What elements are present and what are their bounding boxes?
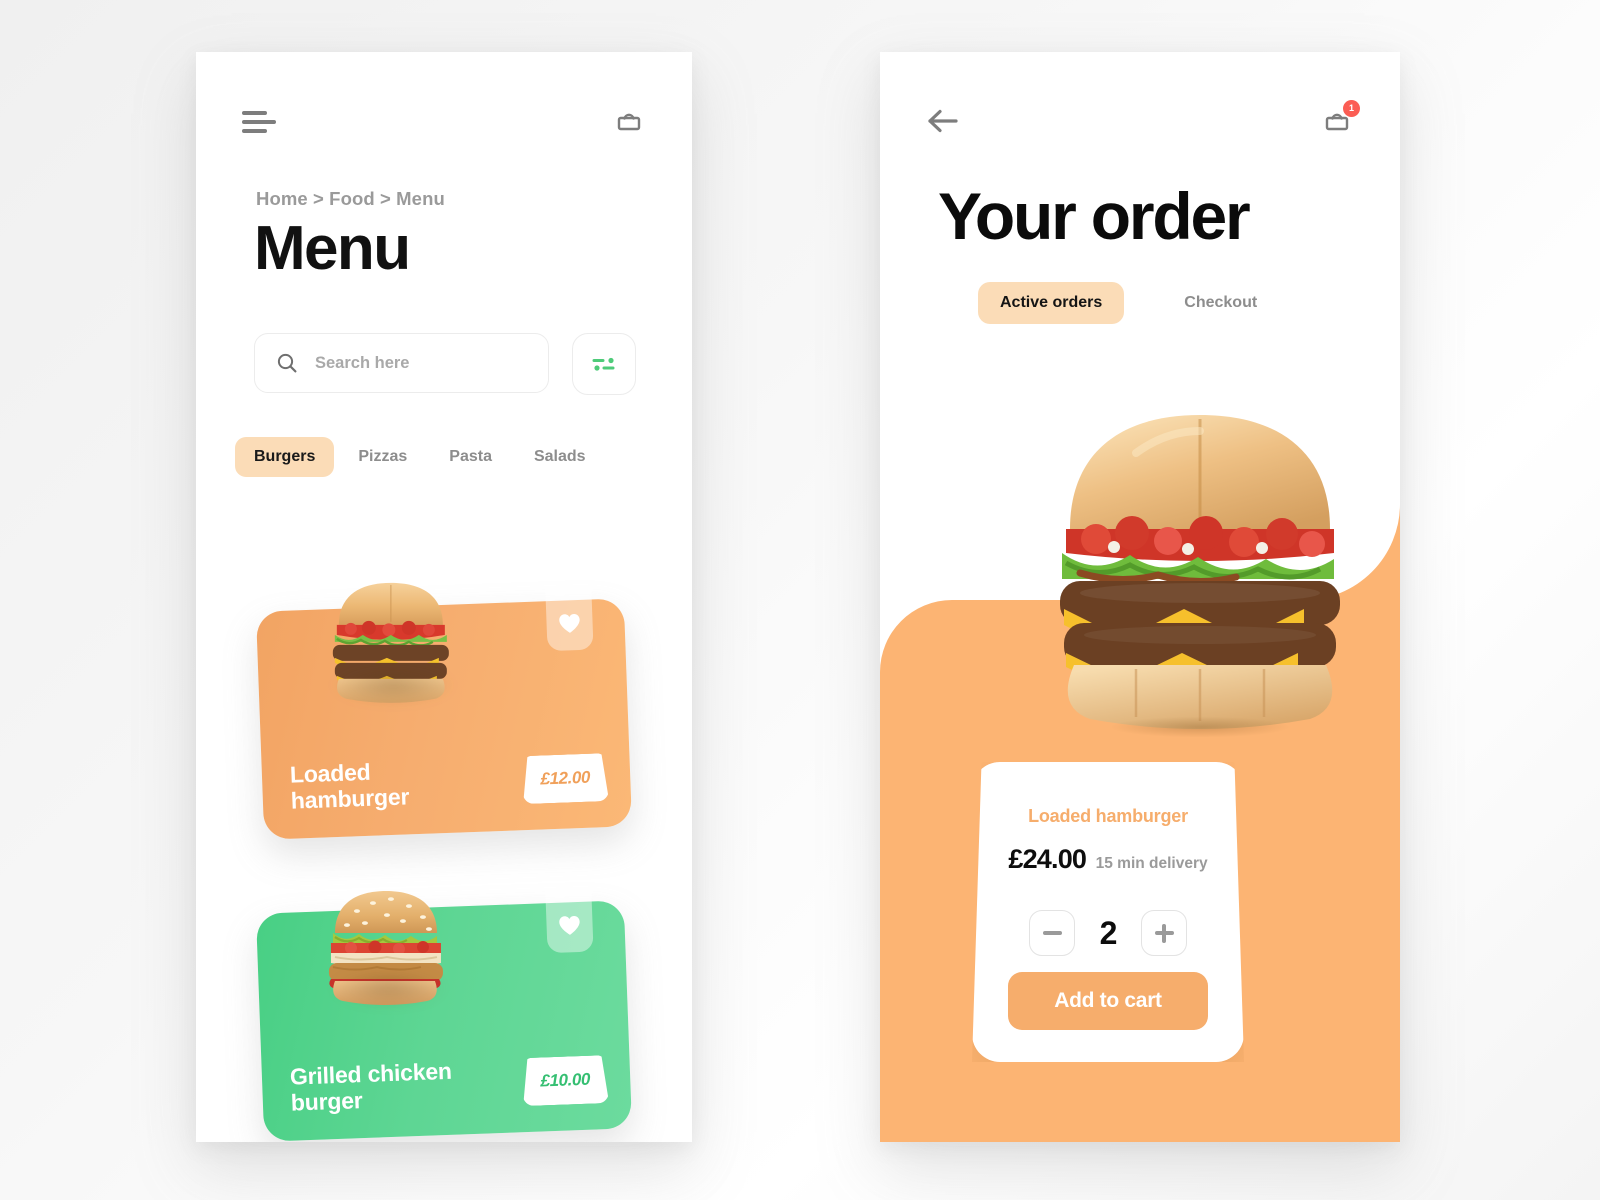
page-title: Your order [938, 179, 1251, 253]
back-arrow-glyph [928, 109, 958, 133]
burger-illustration [332, 582, 449, 703]
search-input[interactable]: Search here [254, 333, 549, 393]
breadcrumb[interactable]: Home > Food > Menu [256, 188, 445, 210]
food-price: £12.00 [521, 753, 609, 804]
favorite-button[interactable] [544, 577, 594, 652]
increase-quantity-button[interactable] [1141, 910, 1187, 956]
minus-icon [1042, 931, 1062, 935]
order-header: 1 [880, 100, 1400, 144]
cart-badge: 1 [1343, 100, 1360, 117]
category-tab-salads[interactable]: Salads [534, 437, 586, 477]
quantity-value: 2 [1099, 914, 1118, 951]
plus-icon-bar [1154, 931, 1174, 935]
shopping-bag-icon[interactable]: 1 [1320, 100, 1360, 138]
tab-active-orders[interactable]: Active orders [978, 282, 1125, 324]
search-row: Search here [254, 333, 636, 395]
add-to-cart-button[interactable]: Add to cart [1008, 972, 1208, 1030]
heart-icon [559, 613, 580, 633]
loaded-hamburger-photo [1040, 397, 1360, 742]
order-item-price: £24.00 [1008, 844, 1087, 874]
tab-checkout[interactable]: Checkout [1180, 282, 1261, 324]
favorite-button[interactable] [544, 879, 594, 954]
burger-illustration [328, 891, 443, 1006]
decrease-quantity-button[interactable] [1029, 910, 1075, 956]
order-price-row: £24.00 15 min delivery [972, 844, 1244, 875]
filter-button[interactable] [572, 333, 636, 395]
order-detail-card: Loaded hamburger £24.00 15 min delivery … [972, 762, 1244, 1062]
category-tabs: Burgers Pizzas Pasta Salads [235, 437, 628, 477]
quantity-stepper: 2 [972, 910, 1244, 956]
hero-burger-illustration [1060, 415, 1340, 741]
burger-shadow [332, 666, 455, 703]
category-tab-burgers[interactable]: Burgers [235, 437, 335, 477]
delivery-time: 15 min delivery [1095, 855, 1208, 872]
food-name: Loaded hamburger [289, 758, 410, 814]
filter-sliders-icon [592, 357, 615, 371]
food-name: Grilled chicken burger [289, 1057, 453, 1116]
heart-icon [559, 915, 580, 935]
search-placeholder: Search here [315, 353, 410, 372]
grilled-chicken-burger-photo [299, 869, 474, 1009]
search-icon [277, 353, 297, 373]
category-tab-pasta[interactable]: Pasta [449, 437, 492, 477]
order-item-name: Loaded hamburger [1028, 806, 1188, 826]
food-card-grilled-chicken-burger[interactable]: Grilled chicken burger £10.00 [255, 879, 633, 1142]
menu-header [196, 100, 692, 144]
page-title: Menu [254, 214, 411, 283]
food-price: £10.00 [521, 1055, 609, 1106]
hamburger-menu-icon[interactable] [242, 108, 276, 136]
loaded-hamburger-photo [299, 559, 484, 709]
menu-screen: Home > Food > Menu Menu Search here Burg… [196, 52, 692, 1142]
order-tabs: Active orders Checkout [978, 282, 1261, 324]
shopping-bag-icon[interactable] [612, 104, 646, 138]
shopping-bag-glyph [617, 113, 641, 131]
food-card-loaded-hamburger[interactable]: Loaded hamburger £12.00 [255, 577, 633, 840]
order-screen: 1 Your order Active orders Checkout Load… [880, 52, 1400, 1142]
burger-shadow [330, 969, 446, 1006]
category-tab-pizzas[interactable]: Pizzas [358, 437, 407, 477]
arrow-left-icon[interactable] [926, 104, 962, 138]
